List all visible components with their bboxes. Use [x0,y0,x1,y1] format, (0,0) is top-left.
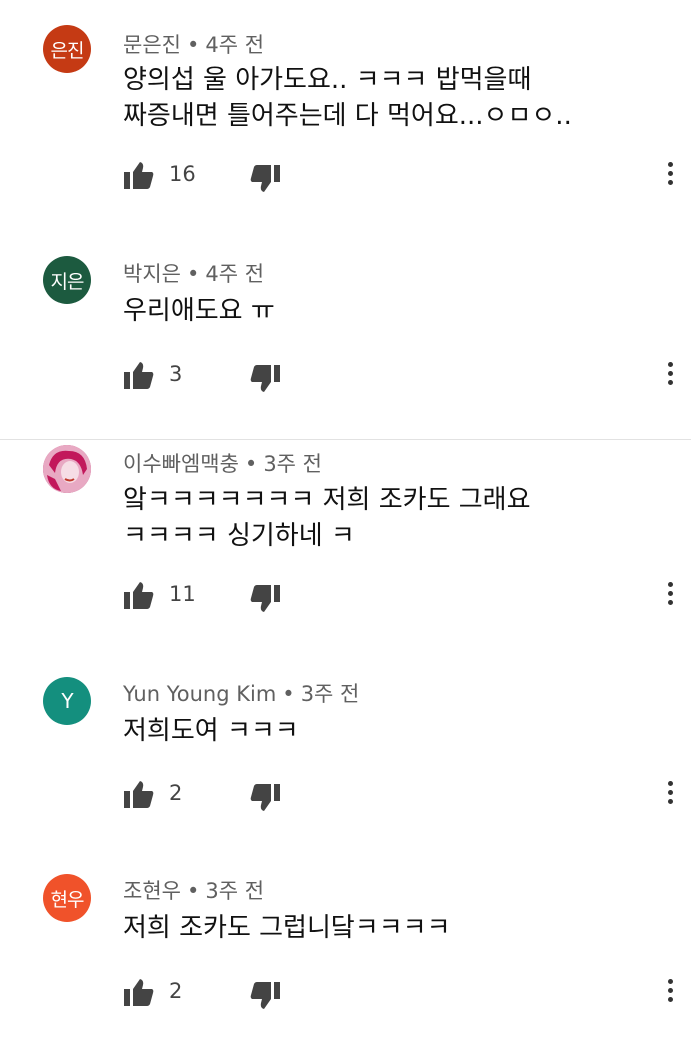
thumbs-up-icon[interactable] [123,580,155,610]
comment-actions: 11 [123,580,683,614]
comment-actions: 16 [123,160,683,194]
thumbs-down-icon[interactable] [249,981,281,1011]
separator-dot: • [186,879,200,903]
author-name[interactable]: Yun Young Kim [123,682,276,706]
like-count: 2 [169,781,183,805]
thumbs-down-icon[interactable] [249,584,281,614]
comment-header: 박지은 • 4주 전 [123,258,264,288]
author-name[interactable]: 박지은 [123,262,181,286]
thumbs-up-icon[interactable] [123,160,155,190]
comment-text: 저희 조카도 그럽니닼ㅋㅋㅋㅋ [123,913,451,943]
like-count: 16 [169,162,196,186]
comment-age[interactable]: 3주 전 [263,452,322,476]
more-options-icon[interactable] [665,358,675,390]
thumbs-down-icon[interactable] [249,364,281,394]
comment-actions: 2 [123,977,683,1011]
comment-age[interactable]: 4주 전 [205,33,264,57]
avatar-initials: 은진 [50,39,85,62]
divider [0,439,691,440]
comment-text: 저희도여 ㅋㅋㅋ [123,716,299,746]
avatar[interactable] [43,445,91,493]
more-options-icon[interactable] [665,578,675,610]
comment-actions: 3 [123,360,683,394]
comment-age[interactable]: 3주 전 [205,879,264,903]
comment-age[interactable]: 4주 전 [205,262,264,286]
avatar[interactable]: 현우 [43,874,91,922]
thumbs-up-icon[interactable] [123,360,155,390]
author-name[interactable]: 이수빠엠맥충 [123,452,239,476]
comment-header: Yun Young Kim • 3주 전 [123,678,359,708]
more-options-icon[interactable] [665,158,675,190]
like-count: 11 [169,582,196,606]
avatar[interactable]: 은진 [43,25,91,73]
avatar[interactable]: 지은 [43,256,91,304]
thumbs-down-icon[interactable] [249,164,281,194]
more-options-icon[interactable] [665,777,675,809]
thumbs-down-icon[interactable] [249,783,281,813]
comment-text: 앜ㅋㅋㅋㅋㅋㅋㅋ 저희 조카도 그래요 ㅋㅋㅋㅋ 싱기하네 ㅋ [123,485,531,551]
more-options-icon[interactable] [665,975,675,1007]
comment-header: 조현우 • 3주 전 [123,875,264,905]
comment-text: 우리애도요 ㅠ [123,296,275,326]
avatar-image [43,445,91,493]
author-name[interactable]: 조현우 [123,879,181,903]
avatar-initials: 지은 [50,270,85,293]
separator-dot: • [244,452,258,476]
avatar[interactable]: Y [43,677,91,725]
comment-actions: 2 [123,779,683,813]
comment-header: 이수빠엠맥충 • 3주 전 [123,448,322,478]
separator-dot: • [186,33,200,57]
comment-header: 문은진 • 4주 전 [123,29,264,59]
like-count: 2 [169,979,183,1003]
separator-dot: • [186,262,200,286]
like-count: 3 [169,362,183,386]
comment-text: 양의섭 울 아가도요.. ㅋㅋㅋ 밥먹을때 짜증내면 틀어주는데 다 먹어요..… [123,65,572,131]
author-name[interactable]: 문은진 [123,33,181,57]
separator-dot: • [282,682,295,706]
thumbs-up-icon[interactable] [123,779,155,809]
avatar-initials: Y [61,689,73,713]
thumbs-up-icon[interactable] [123,977,155,1007]
avatar-initials: 현우 [50,888,85,911]
comment-age[interactable]: 3주 전 [301,682,360,706]
